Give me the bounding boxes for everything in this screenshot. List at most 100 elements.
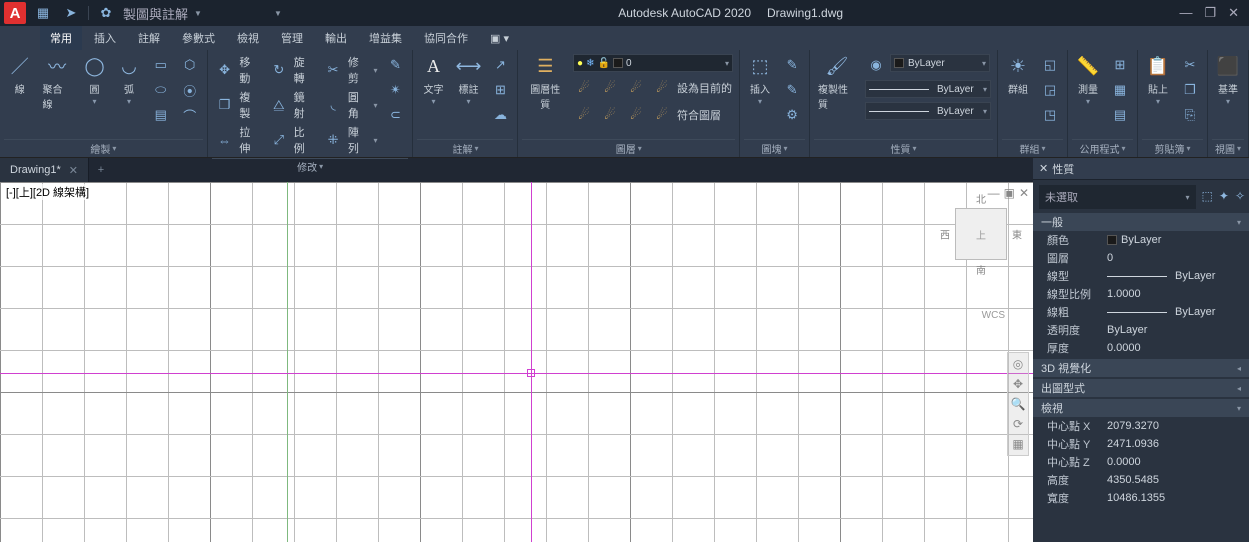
insert-block-button[interactable]: ⬚插入▾: [744, 52, 776, 108]
prop-row-center-z[interactable]: 中心點 Z0.0000: [1033, 453, 1249, 471]
rect-icon[interactable]: ▭: [150, 54, 172, 76]
new-icon[interactable]: ▦: [32, 2, 54, 24]
set-current-label[interactable]: 設為目前的: [677, 80, 732, 96]
panel-groups-label[interactable]: 群組 ▾: [1002, 139, 1063, 157]
orbit-icon[interactable]: ⟳: [1013, 417, 1023, 431]
ellipse-icon[interactable]: ⬭: [150, 79, 172, 101]
leader-icon[interactable]: ↗: [489, 54, 511, 76]
layer-dropdown[interactable]: ●❄🔓0▾: [573, 54, 733, 72]
restore-icon[interactable]: ❐: [1204, 5, 1216, 21]
block-tool-2-icon[interactable]: ✎: [781, 79, 803, 101]
hatch-icon[interactable]: ▤: [150, 104, 172, 126]
tab-addins[interactable]: 增益集: [359, 26, 412, 50]
stretch-icon[interactable]: ⇔: [214, 129, 236, 151]
mirror-label[interactable]: 鏡射: [294, 89, 316, 121]
prop-row-center-y[interactable]: 中心點 Y2471.0936: [1033, 435, 1249, 453]
prop-row-height[interactable]: 高度4350.5485: [1033, 471, 1249, 489]
close-icon[interactable]: ✕: [1228, 5, 1239, 21]
copy-label[interactable]: 複製: [239, 89, 261, 121]
prop-row-transparency[interactable]: 透明度ByLayer: [1033, 321, 1249, 339]
move-icon[interactable]: ✥: [214, 59, 236, 81]
dimension-button[interactable]: ⟷標註▾: [452, 52, 484, 108]
table-icon[interactable]: ⊞: [489, 79, 511, 101]
util-tool-1-icon[interactable]: ⊞: [1109, 54, 1131, 76]
group-button[interactable]: ☀群組: [1002, 52, 1034, 98]
block-tool-3-icon[interactable]: ⚙: [781, 104, 803, 126]
app-logo[interactable]: A: [4, 2, 26, 24]
util-tool-3-icon[interactable]: ▤: [1109, 104, 1131, 126]
move-label[interactable]: 移動: [239, 54, 261, 86]
draw-more-1-icon[interactable]: ⬡: [179, 54, 201, 76]
layer-tool-1-icon[interactable]: ☄: [573, 77, 595, 99]
linetype-dropdown[interactable]: ByLayer▾: [865, 102, 991, 120]
layer-tool-3-icon[interactable]: ☄: [625, 77, 647, 99]
paste-button[interactable]: 📋貼上▾: [1142, 52, 1174, 108]
vp-restore-icon[interactable]: ▣: [1004, 186, 1015, 200]
rotate-label[interactable]: 旋轉: [294, 54, 316, 86]
arrow-right-icon[interactable]: ➤: [60, 2, 82, 24]
prop-row-width[interactable]: 寬度10486.1355: [1033, 489, 1249, 507]
close-tab-icon[interactable]: ✕: [69, 164, 78, 177]
section-general[interactable]: 一般▾: [1033, 213, 1249, 231]
gear-icon[interactable]: ✿: [95, 2, 117, 24]
quick-calc-icon[interactable]: ✧: [1235, 189, 1245, 203]
prop-row-thickness[interactable]: 厚度0.0000: [1033, 339, 1249, 357]
panel-properties-label[interactable]: 性質 ▾: [814, 139, 993, 157]
viewport-label[interactable]: [-][上][2D 線架構]: [4, 184, 91, 200]
draw-more-2-icon[interactable]: ⦿: [179, 79, 201, 101]
array-label[interactable]: 陣列: [348, 124, 370, 156]
tab-home[interactable]: 常用: [40, 26, 82, 50]
color-dropdown[interactable]: ByLayer▾: [890, 54, 990, 72]
scale-icon[interactable]: ⤢: [268, 129, 290, 151]
panel-layers-label[interactable]: 圖層 ▾: [522, 139, 735, 157]
quick-select-icon[interactable]: ✦: [1219, 189, 1229, 203]
prop-row-layer[interactable]: 圖層0: [1033, 249, 1249, 267]
layer-props-button[interactable]: ☰圖層性質: [522, 52, 568, 113]
palette-title[interactable]: ✕性質: [1033, 158, 1249, 180]
tab-insert[interactable]: 插入: [84, 26, 126, 50]
arc-button[interactable]: ◡弧▾: [113, 52, 144, 108]
stretch-label[interactable]: 拉伸: [239, 124, 261, 156]
showmotion-icon[interactable]: ▦: [1012, 437, 1023, 451]
tab-output[interactable]: 輸出: [315, 26, 357, 50]
prop-row-center-x[interactable]: 中心點 X2079.3270: [1033, 417, 1249, 435]
fillet-icon[interactable]: ◟: [322, 94, 344, 116]
drawing-viewport[interactable]: [-][上][2D 線架構] — ▣ ✕ 上 北 南 東 西 WCS ◎ ✥ 🔍…: [0, 182, 1033, 542]
lineweight-dropdown[interactable]: ByLayer▾: [865, 80, 991, 98]
clip-more-icon[interactable]: ⎘: [1179, 104, 1201, 126]
layer-tool-8-icon[interactable]: ☄: [651, 104, 673, 126]
erase-icon[interactable]: ✎: [385, 54, 407, 76]
tab-manage[interactable]: 管理: [271, 26, 313, 50]
copy-clip-icon[interactable]: ❐: [1179, 79, 1201, 101]
line-button[interactable]: ／線: [4, 52, 35, 98]
vp-minimize-icon[interactable]: —: [988, 186, 1000, 200]
group-tool-2-icon[interactable]: ◲: [1039, 79, 1061, 101]
panel-clipboard-label[interactable]: 剪貼簿 ▾: [1142, 139, 1203, 157]
text-button[interactable]: A文字▾: [417, 52, 449, 108]
tab-parametric[interactable]: 參數式: [172, 26, 225, 50]
prop-row-linetype[interactable]: 線型ByLayer: [1033, 267, 1249, 285]
scale-label[interactable]: 比例: [294, 124, 316, 156]
layer-tool-5-icon[interactable]: ☄: [573, 104, 595, 126]
panel-annotate-label[interactable]: 註解 ▾: [417, 139, 513, 157]
panel-utilities-label[interactable]: 公用程式 ▾: [1072, 139, 1133, 157]
selection-dropdown[interactable]: 未選取▾: [1039, 185, 1196, 209]
circle-button[interactable]: ◯圓▾: [79, 52, 110, 108]
panel-view-label[interactable]: 視圖 ▾: [1212, 139, 1244, 157]
group-tool-3-icon[interactable]: ◳: [1039, 104, 1061, 126]
trim-label[interactable]: 修剪: [348, 54, 370, 86]
panel-draw-label[interactable]: 繪製 ▾: [4, 139, 203, 157]
copy-icon[interactable]: ❐: [214, 94, 236, 116]
viewcube[interactable]: 上 北 南 東 西: [955, 208, 1007, 260]
base-view-button[interactable]: ⬛基準▾: [1212, 52, 1244, 108]
workspace-caret-icon[interactable]: ▼: [194, 9, 202, 18]
draw-more-3-icon[interactable]: ⌒: [179, 104, 201, 126]
pim-icon[interactable]: ⬚: [1202, 189, 1213, 203]
panel-block-label[interactable]: 圖塊 ▾: [744, 139, 805, 157]
prop-row-color[interactable]: 顏色ByLayer: [1033, 231, 1249, 249]
fillet-label[interactable]: 圓角: [348, 89, 370, 121]
mirror-icon[interactable]: ⧋: [268, 94, 290, 116]
section-3d-visual[interactable]: 3D 視覺化◂: [1033, 359, 1249, 377]
cut-icon[interactable]: ✂: [1179, 54, 1201, 76]
annot-more-icon[interactable]: ☁: [489, 104, 511, 126]
